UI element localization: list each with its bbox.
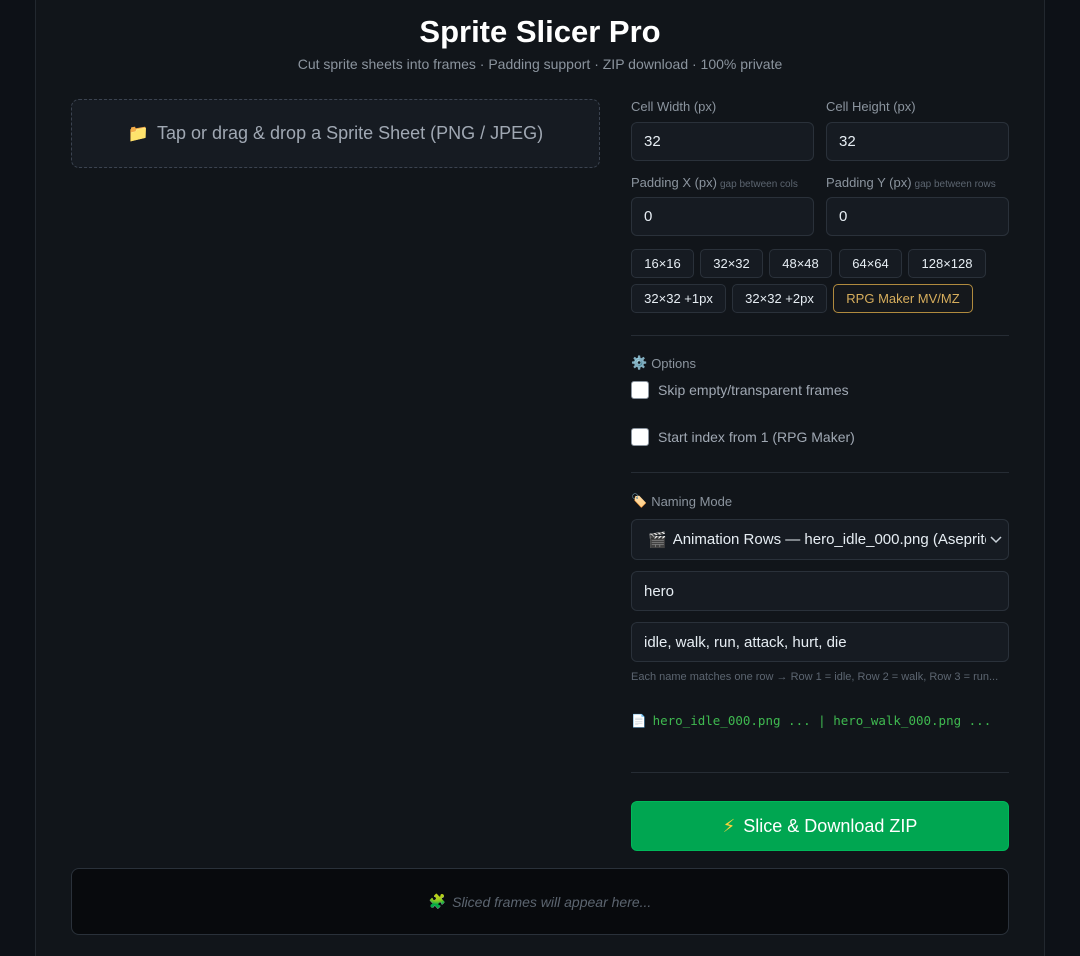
start-index-option[interactable]: Start index from 1 (RPG Maker) — [631, 428, 855, 446]
puzzle-icon: 🧩 — [428, 893, 447, 909]
preset-64x64-button[interactable]: 64×64 — [839, 249, 902, 278]
chevron-down-icon — [986, 535, 1006, 544]
skip-empty-checkbox[interactable] — [631, 381, 649, 399]
folder-icon: 📁 — [127, 123, 149, 143]
cell-height-input[interactable]: 32 — [826, 122, 1009, 161]
preset-32x32-1px-button[interactable]: 32×32 +1px — [631, 284, 726, 313]
divider — [631, 472, 1009, 473]
padding-y-input[interactable]: 0 — [826, 197, 1009, 236]
naming-title: Naming Mode — [651, 493, 733, 509]
skip-empty-label: Skip empty/transparent frames — [658, 382, 849, 398]
naming-heading: 🏷️ Naming Mode — [631, 493, 732, 509]
filename-preview-text: hero_idle_000.png ... | hero_walk_000.pn… — [652, 713, 992, 728]
padding-x-label-text: Padding X (px) — [631, 175, 717, 190]
prefix-input[interactable]: hero — [631, 571, 1009, 611]
preset-rpg-maker-button[interactable]: RPG Maker MV/MZ — [833, 284, 973, 313]
document-icon: 📄 — [631, 713, 647, 728]
padding-x-input[interactable]: 0 — [631, 197, 814, 236]
sprite-sheet-dropzone[interactable]: 📁 Tap or drag & drop a Sprite Sheet (PNG… — [71, 99, 600, 168]
options-title: Options — [651, 355, 696, 371]
slice-download-label: Slice & Download ZIP — [743, 815, 918, 836]
padding-y-hint: gap between rows — [914, 179, 996, 190]
gear-icon: ⚙️ — [631, 355, 648, 370]
naming-mode-value: Animation Rows — hero_idle_000.png (Asep… — [672, 531, 986, 548]
skip-empty-option[interactable]: Skip empty/transparent frames — [631, 381, 849, 399]
filename-preview: 📄 hero_idle_000.png ... | hero_walk_000.p… — [631, 710, 1009, 732]
options-heading: ⚙️ Options — [631, 355, 696, 371]
padding-x-label: Padding X (px) gap between cols — [631, 175, 798, 190]
row-names-input[interactable]: idle, walk, run, attack, hurt, die — [631, 622, 1009, 662]
frames-output: 🧩 Sliced frames will appear here... — [71, 868, 1009, 935]
naming-mode-select[interactable]: 🎬 Animation Rows — hero_idle_000.png (As… — [631, 519, 1009, 560]
slice-download-button[interactable]: ⚡ Slice & Download ZIP — [631, 801, 1009, 851]
lightning-icon: ⚡ — [722, 815, 736, 836]
page-title: Sprite Slicer Pro — [419, 14, 661, 49]
row-names-help: Each name matches one row → Row 1 = idle… — [631, 671, 999, 683]
divider — [631, 335, 1009, 336]
padding-x-hint: gap between cols — [720, 179, 798, 190]
dropzone-label: Tap or drag & drop a Sprite Sheet (PNG /… — [156, 123, 544, 143]
start-index-label: Start index from 1 (RPG Maker) — [658, 429, 855, 445]
preset-48x48-button[interactable]: 48×48 — [769, 249, 832, 278]
padding-y-label: Padding Y (px) gap between rows — [826, 175, 996, 190]
tag-icon: 🏷️ — [631, 493, 648, 508]
cell-width-label: Cell Width (px) — [631, 99, 717, 114]
divider — [631, 772, 1009, 773]
page-subtitle: Cut sprite sheets into frames · Padding … — [297, 56, 783, 72]
frames-placeholder: Sliced frames will appear here... — [452, 893, 652, 910]
preset-16x16-button[interactable]: 16×16 — [631, 249, 694, 278]
preset-32x32-button[interactable]: 32×32 — [700, 249, 763, 278]
start-index-checkbox[interactable] — [631, 428, 649, 446]
cell-height-label: Cell Height (px) — [826, 99, 916, 114]
cell-width-input[interactable]: 32 — [631, 122, 814, 161]
preset-32x32-2px-button[interactable]: 32×32 +2px — [732, 284, 827, 313]
preset-128x128-button[interactable]: 128×128 — [908, 249, 986, 278]
padding-y-label-text: Padding Y (px) — [826, 175, 912, 190]
clapperboard-icon: 🎬 — [648, 531, 667, 549]
